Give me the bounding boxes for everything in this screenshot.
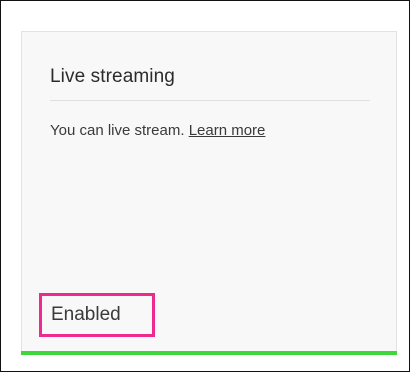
card-description-row: You can live stream. Learn more xyxy=(50,122,265,139)
screenshot-frame: Live streaming You can live stream. Lear… xyxy=(0,0,410,372)
status-label-highlight: Enabled xyxy=(39,293,155,337)
live-streaming-card: Live streaming You can live stream. Lear… xyxy=(21,31,397,351)
status-label: Enabled xyxy=(51,304,121,325)
status-indicator-bar xyxy=(21,351,397,355)
card-description: You can live stream. xyxy=(50,122,189,139)
card-title: Live streaming xyxy=(50,66,175,87)
card-divider xyxy=(50,100,370,101)
learn-more-link[interactable]: Learn more xyxy=(189,122,266,139)
